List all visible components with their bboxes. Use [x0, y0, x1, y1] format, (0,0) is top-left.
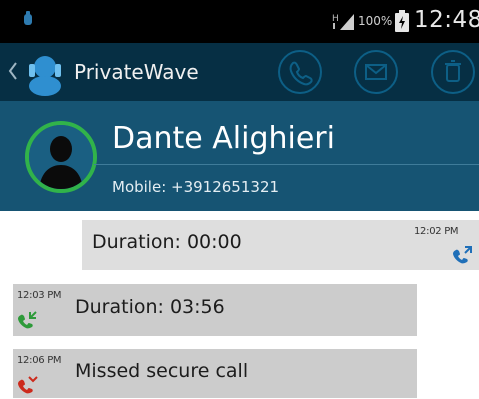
call-log-item-missed[interactable]: 12:06 PM Missed secure call [13, 349, 417, 398]
call-log-item-incoming[interactable]: 12:03 PM Duration: 03:56 [13, 284, 417, 336]
call-log-text: Missed secure call [75, 360, 249, 382]
battery-icon [395, 10, 409, 36]
incoming-call-icon [17, 310, 39, 334]
app-title: PrivateWave [74, 60, 199, 84]
outgoing-call-icon [452, 245, 474, 269]
status-bar: H 100% 12:48 [0, 0, 479, 43]
contact-header: Dante Alighieri Mobile: +3912651321 [0, 101, 479, 211]
app-logo-icon[interactable] [22, 50, 68, 100]
back-chevron-icon[interactable] [8, 59, 18, 87]
clock: 12:48 [414, 7, 479, 33]
delete-button[interactable] [431, 50, 475, 94]
avatar[interactable] [25, 121, 97, 193]
action-bar: PrivateWave [0, 43, 479, 101]
battery-percent: 100% [358, 14, 393, 28]
call-log-text: Duration: 03:56 [75, 296, 225, 318]
trash-icon [445, 60, 461, 82]
call-log-time: 12:06 PM [17, 355, 62, 366]
signal-icon: H [332, 10, 356, 36]
call-log-text: Duration: 00:00 [92, 231, 242, 253]
missed-call-icon [17, 375, 39, 399]
message-button[interactable] [354, 50, 398, 94]
person-silhouette-icon [29, 125, 93, 189]
call-log-time: 12:02 PM [414, 226, 459, 237]
svg-text:H: H [332, 14, 339, 24]
envelope-icon [365, 64, 387, 80]
divider [94, 164, 479, 165]
phone-icon [289, 61, 313, 86]
call-button[interactable] [278, 50, 322, 94]
contact-name: Dante Alighieri [112, 121, 335, 156]
call-log-item-outgoing[interactable]: Duration: 00:00 12:02 PM [82, 220, 479, 270]
notification-icon [22, 10, 34, 32]
contact-phone: Mobile: +3912651321 [112, 178, 280, 196]
call-log-time: 12:03 PM [17, 290, 62, 301]
